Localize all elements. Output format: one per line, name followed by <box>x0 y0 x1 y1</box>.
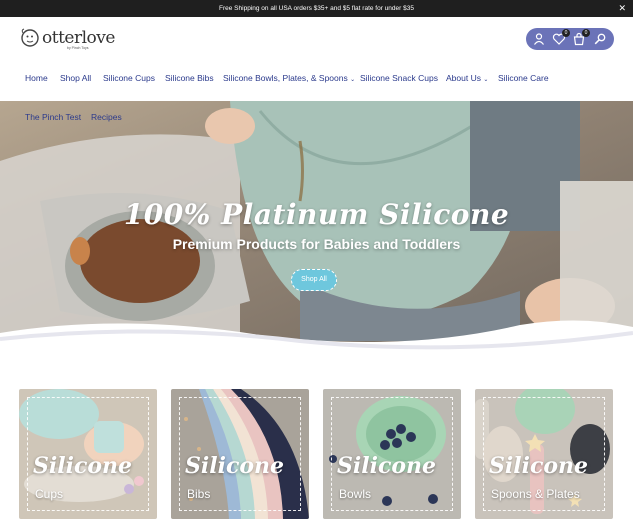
nav-item-about-us[interactable]: About Us ⌄ <box>446 73 488 83</box>
nav-item-bowls-label: Silicone Bowls, Plates, & Spoons <box>223 73 348 83</box>
cart-button[interactable]: 0 <box>572 29 590 46</box>
card-title: Silicone <box>185 453 285 479</box>
hero-subtitle: Premium Products for Babies and Toddlers <box>172 236 461 252</box>
cart-count-badge: 0 <box>582 29 590 37</box>
brand-name: otterlove <box>42 28 115 48</box>
card-subtitle: Cups <box>35 487 64 501</box>
nav-item-pinch-test[interactable]: The Pinch Test <box>25 112 81 122</box>
nav-item-silicone-cups[interactable]: Silicone Cups <box>103 73 155 83</box>
card-subtitle: Spoons & Plates <box>491 487 580 501</box>
close-icon[interactable]: ✕ <box>618 0 626 17</box>
card-subtitle: Bibs <box>187 487 211 501</box>
main-nav: Home Shop All Silicone Cups Silicone Bib… <box>25 73 615 87</box>
search-icon[interactable] <box>593 32 607 46</box>
account-icon[interactable] <box>532 32 546 46</box>
nav-item-silicone-care[interactable]: Silicone Care <box>498 73 549 83</box>
category-card-cups[interactable]: Silicone Cups <box>19 389 157 519</box>
wishlist-count-badge: 0 <box>562 29 570 37</box>
hero-banner: 100% Platinum Silicone Premium Products … <box>0 101 633 358</box>
category-card-bibs[interactable]: Silicone Bibs <box>171 389 309 519</box>
card-title: Silicone <box>337 453 437 479</box>
nav-item-shop-all[interactable]: Shop All <box>60 73 91 83</box>
hero-title: 100% Platinum Silicone <box>123 198 510 231</box>
main-nav-row-2: The Pinch Test Recipes <box>25 112 225 126</box>
brand-logo[interactable]: otterlove by Pinch Toys <box>19 27 115 53</box>
header-actions: 0 0 <box>526 28 614 50</box>
brand-tagline: by Pinch Toys <box>67 46 89 50</box>
category-card-bowls[interactable]: Silicone Bowls <box>323 389 461 519</box>
shop-all-button[interactable]: Shop All <box>291 269 337 291</box>
nav-item-home[interactable]: Home <box>25 73 48 83</box>
nav-item-recipes[interactable]: Recipes <box>91 112 122 122</box>
wishlist-button[interactable]: 0 <box>552 29 570 46</box>
nav-item-bowls-plates-spoons[interactable]: Silicone Bowls, Plates, & Spoons ⌄ <box>223 73 355 83</box>
nav-item-about-label: About Us <box>446 73 481 83</box>
otter-logo-icon <box>21 28 39 47</box>
chevron-down-icon: ⌄ <box>483 77 489 83</box>
category-card-spoons-plates[interactable]: Silicone Spoons & Plates <box>475 389 613 519</box>
card-title: Silicone <box>489 453 589 479</box>
announcement-text: Free Shipping on all USA orders $35+ and… <box>219 5 414 12</box>
category-grid: Silicone Cups Silicone Bibs Silicone Bow… <box>0 389 633 519</box>
nav-item-snack-cups[interactable]: Silicone Snack Cups <box>360 73 438 83</box>
nav-item-silicone-bibs[interactable]: Silicone Bibs <box>165 73 214 83</box>
chevron-down-icon: ⌄ <box>350 77 356 83</box>
announcement-bar: Free Shipping on all USA orders $35+ and… <box>0 0 633 17</box>
card-title: Silicone <box>33 453 133 479</box>
card-subtitle: Bowls <box>339 487 372 501</box>
